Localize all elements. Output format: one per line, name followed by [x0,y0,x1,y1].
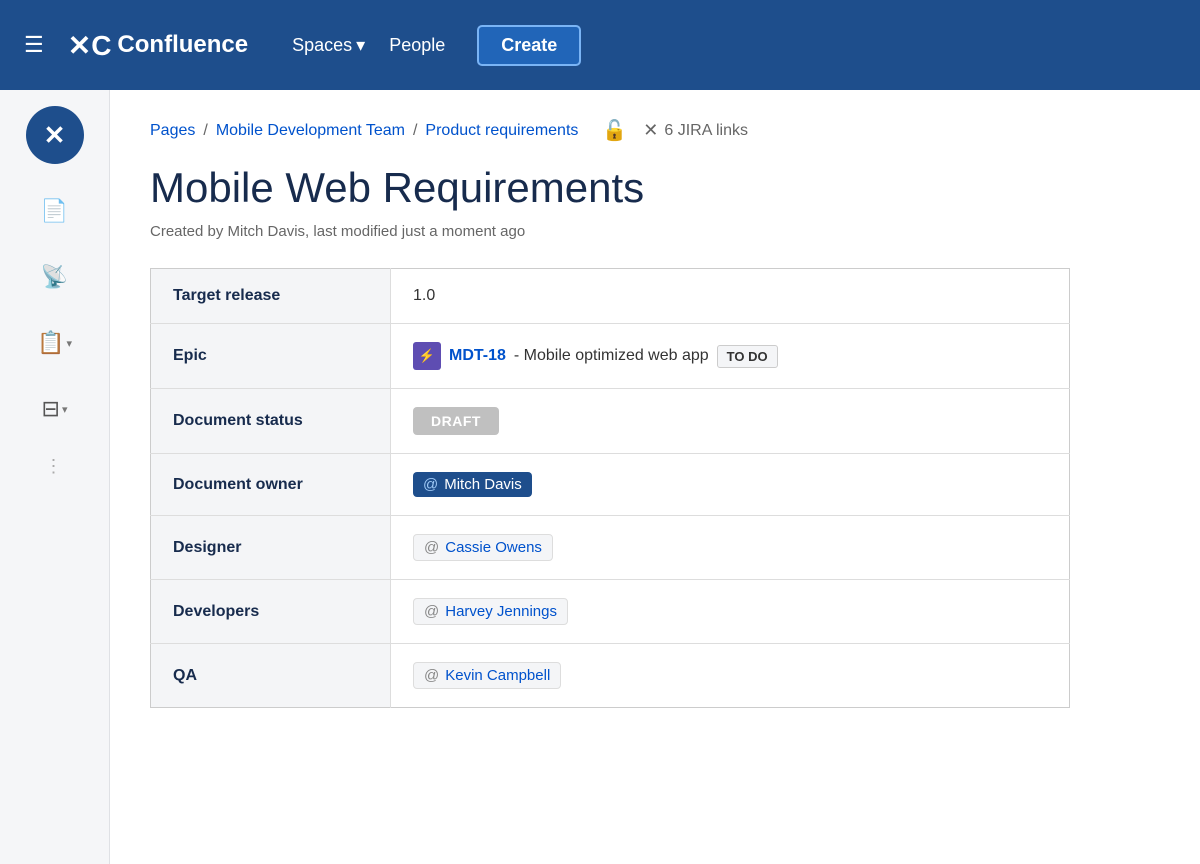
epic-icon: ⚡ [413,342,441,370]
breadcrumb-actions: 🔓 ✕ 6 JIRA links [602,118,748,143]
templates-arrow: ▾ [66,337,72,350]
sidebar-item-feed[interactable]: 📡 [28,250,82,304]
status-badge[interactable]: DRAFT [413,407,499,435]
at-sign: @ [424,667,439,684]
breadcrumb-team[interactable]: Mobile Development Team [216,122,405,140]
templates-icon: 📋 [37,330,64,356]
row-value-doc-status: DRAFT [391,389,1070,454]
row-label-developers: Developers [151,580,391,644]
feed-icon: 📡 [41,264,68,290]
row-value-epic: ⚡ MDT-18 - Mobile optimized web app TO D… [391,324,1070,389]
mention-name: Mitch Davis [444,476,522,493]
breadcrumb-page[interactable]: Product requirements [425,122,578,140]
people-nav[interactable]: People [389,35,445,56]
row-label-doc-status: Document status [151,389,391,454]
row-label-epic: Epic [151,324,391,389]
page-content: Pages / Mobile Development Team / Produc… [110,90,1200,864]
hierarchy-arrow: ▾ [62,403,68,416]
breadcrumb-sep-2: / [413,122,417,140]
table-row: Document status DRAFT [151,389,1070,454]
mention-name: Kevin Campbell [445,667,550,684]
sidebar-item-pages[interactable]: 📄 [28,184,82,238]
table-row: Document owner @ Mitch Davis [151,454,1070,516]
jira-links[interactable]: ✕ 6 JIRA links [643,120,748,141]
info-table: Target release 1.0 Epic ⚡ MDT-18 - Mobil… [150,268,1070,708]
breadcrumb-sep-1: / [203,122,207,140]
mention-name: Harvey Jennings [445,603,557,620]
row-label-qa: QA [151,644,391,708]
at-sign: @ [424,539,439,556]
epic-status: TO DO [717,345,778,368]
row-label-designer: Designer [151,516,391,580]
jira-links-label: 6 JIRA links [664,122,748,140]
top-navigation: ☰ ✕C Confluence Spaces ▾ People Create [0,0,1200,90]
table-row: Designer @ Cassie Owens [151,516,1070,580]
mention-name: Cassie Owens [445,539,542,556]
spaces-menu[interactable]: Spaces ▾ [292,35,365,56]
avatar[interactable]: ✕ [26,106,84,164]
sidebar-item-templates[interactable]: 📋 ▾ [28,316,82,370]
pages-icon: 📄 [41,198,68,224]
sidebar-item-hierarchy[interactable]: ⊟ ▾ [28,382,82,436]
page-meta: Created by Mitch Davis, last modified ju… [150,223,1160,240]
table-row: Epic ⚡ MDT-18 - Mobile optimized web app… [151,324,1070,389]
sidebar-more[interactable]: ⋮ [45,456,65,477]
at-sign: @ [424,603,439,620]
row-value-qa: @ Kevin Campbell [391,644,1070,708]
lock-icon[interactable]: 🔓 [602,118,627,143]
breadcrumb: Pages / Mobile Development Team / Produc… [150,118,1160,143]
epic-desc: - Mobile optimized web app [514,347,709,365]
confluence-logo-text: Confluence [117,31,248,59]
confluence-logo-icon: ✕C [68,29,112,62]
epic-id[interactable]: MDT-18 [449,347,506,365]
create-button[interactable]: Create [477,25,581,66]
epic-link: ⚡ MDT-18 - Mobile optimized web app TO D… [413,342,1047,370]
jira-icon: ✕ [643,120,658,141]
mention-mitch-davis[interactable]: @ Mitch Davis [413,472,532,497]
row-value-developers: @ Harvey Jennings [391,580,1070,644]
page-title: Mobile Web Requirements [150,163,1160,213]
spaces-dropdown-icon: ▾ [356,35,365,56]
hierarchy-icon: ⊟ [42,396,60,422]
table-row: Developers @ Harvey Jennings [151,580,1070,644]
sidebar: ✕ 📄 📡 📋 ▾ ⊟ ▾ ⋮ [0,90,110,864]
table-row: QA @ Kevin Campbell [151,644,1070,708]
mention-cassie-owens[interactable]: @ Cassie Owens [413,534,553,561]
mention-harvey-jennings[interactable]: @ Harvey Jennings [413,598,568,625]
row-label-target-release: Target release [151,269,391,324]
avatar-icon: ✕ [44,120,66,151]
row-value-designer: @ Cassie Owens [391,516,1070,580]
spaces-label: Spaces [292,35,352,56]
row-label-doc-owner: Document owner [151,454,391,516]
confluence-logo[interactable]: ✕C Confluence [68,29,248,62]
breadcrumb-pages[interactable]: Pages [150,122,195,140]
table-row: Target release 1.0 [151,269,1070,324]
row-value-target-release: 1.0 [391,269,1070,324]
hamburger-menu[interactable]: ☰ [24,32,44,58]
row-value-doc-owner: @ Mitch Davis [391,454,1070,516]
mention-kevin-campbell[interactable]: @ Kevin Campbell [413,662,561,689]
at-sign: @ [423,476,438,493]
main-layout: ✕ 📄 📡 📋 ▾ ⊟ ▾ ⋮ Pages / Mobile Developme… [0,90,1200,864]
